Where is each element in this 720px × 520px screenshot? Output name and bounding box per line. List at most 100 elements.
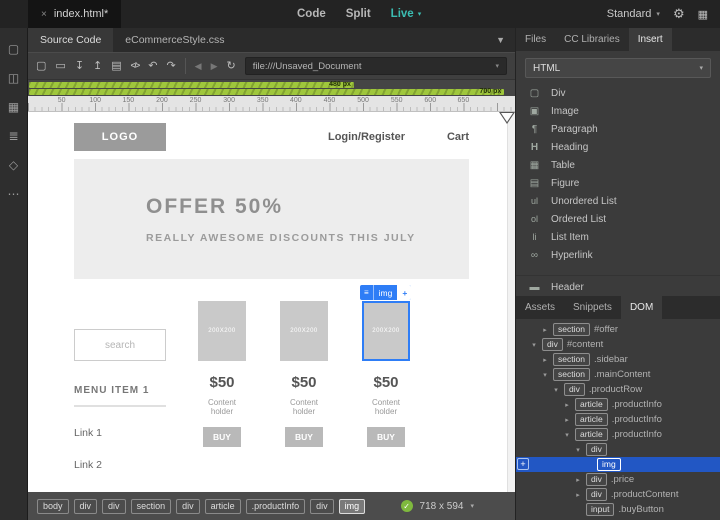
gear-icon[interactable]: ⚙ <box>673 6 685 22</box>
buy-button[interactable]: BUY <box>285 427 323 447</box>
dom-node-productinfo-2[interactable]: ▸ article .productInfo <box>516 412 720 427</box>
tab-insert[interactable]: Insert <box>628 28 672 51</box>
preview-login-link[interactable]: Login/Register <box>328 131 405 143</box>
tag-selector-img-selected[interactable]: img <box>338 498 366 514</box>
element-display[interactable]: ≡ img + <box>360 285 412 300</box>
insert-item-div[interactable]: ▢ Div <box>516 84 720 102</box>
collapse-icon[interactable]: ▸ <box>541 326 549 334</box>
product-image-placeholder[interactable]: 200X200 <box>280 301 328 361</box>
search-input[interactable]: search <box>74 329 166 361</box>
split-view-button[interactable]: Split <box>346 8 371 20</box>
document-tab[interactable]: × index.html* <box>28 0 122 28</box>
file-icon[interactable]: ▢ <box>8 42 19 57</box>
dom-node-price[interactable]: ▸ div .price <box>516 472 720 487</box>
preview-logo[interactable]: LOGO <box>74 123 166 151</box>
tab-snippets[interactable]: Snippets <box>564 296 621 319</box>
insert-item-table[interactable]: ▦ Table <box>516 156 720 174</box>
put-file-icon[interactable]: ↥ <box>93 60 102 72</box>
forward-icon[interactable]: ▶ <box>211 61 218 71</box>
insert-item-unordered-list[interactable]: ul Unordered List <box>516 192 720 210</box>
code-tools-icon[interactable]: </> <box>131 62 141 70</box>
dom-node-buybutton[interactable]: input .buyButton <box>516 502 720 517</box>
dom-node-sidebar[interactable]: ▸ section .sidebar <box>516 352 720 367</box>
preview-icon[interactable]: ▤ <box>111 60 121 72</box>
filter-icon[interactable]: ▼ <box>496 35 515 45</box>
insert-item-figure[interactable]: ▤ Figure <box>516 174 720 192</box>
list-view-icon[interactable]: ≣ <box>8 129 18 144</box>
collapse-icon[interactable]: ▾ <box>574 446 582 454</box>
preview-offer-section[interactable]: OFFER 50% REALLY AWESOME DISCOUNTS THIS … <box>74 159 469 279</box>
close-tab-icon[interactable]: × <box>41 9 47 20</box>
tag-icon[interactable]: ◇ <box>9 158 18 173</box>
get-file-icon[interactable]: ↧ <box>75 60 84 72</box>
open-file-icon[interactable]: ▭ <box>55 60 65 72</box>
insert-item-header[interactable]: ▬ Header <box>516 278 720 296</box>
collapse-icon[interactable]: ▸ <box>541 356 549 364</box>
preview-cart-link[interactable]: Cart <box>447 131 469 143</box>
dom-node-productcontent[interactable]: ▸ div .productContent <box>516 487 720 502</box>
devices-icon[interactable]: ▦ <box>8 100 19 115</box>
viewport-dimensions[interactable]: 718 x 594 <box>420 501 464 512</box>
back-icon[interactable]: ◀ <box>195 61 202 71</box>
product-card[interactable]: 200X200 $50 Content holder BUY <box>198 301 246 471</box>
more-options-icon[interactable]: ⋯ <box>8 187 20 202</box>
redo-icon[interactable]: ↷ <box>166 60 175 72</box>
media-query-480[interactable]: 480 px <box>29 81 354 88</box>
dropdown-caret-icon[interactable]: ▾ <box>699 64 703 72</box>
tab-cc-libraries[interactable]: CC Libraries <box>555 28 629 51</box>
dom-node-productinfo-1[interactable]: ▸ article .productInfo <box>516 397 720 412</box>
tag-selector-section[interactable]: section <box>130 498 172 514</box>
product-card-selected[interactable]: ≡ img + 200X200 $50 Content holder BUY <box>360 285 412 471</box>
layout-grid-icon[interactable]: ▦ <box>698 8 708 21</box>
address-caret-icon[interactable]: ▾ <box>495 62 499 70</box>
new-file-icon[interactable]: ▢ <box>36 60 46 72</box>
dom-node-productinfo-3[interactable]: ▾ article .productInfo <box>516 427 720 442</box>
tag-selector-div[interactable]: div <box>310 498 334 514</box>
media-query-scrubber-icon[interactable] <box>499 112 515 124</box>
dimensions-caret-icon[interactable]: ▾ <box>470 502 474 510</box>
buy-button[interactable]: BUY <box>203 427 241 447</box>
insert-item-heading[interactable]: H Heading <box>516 138 720 156</box>
horizontal-ruler[interactable]: 50 100 150 200 250 300 350 400 450 500 5… <box>28 96 515 112</box>
collapse-icon[interactable]: ▾ <box>530 341 538 349</box>
collapse-icon[interactable]: ▾ <box>563 431 571 439</box>
lint-ok-icon[interactable]: ✓ <box>400 500 413 512</box>
workspace-switcher[interactable]: Standard ▾ <box>607 8 660 20</box>
vertical-scrollbar[interactable] <box>507 112 515 492</box>
css-file-tab[interactable]: eCommerceStyle.css <box>113 28 236 52</box>
dom-node-maincontent[interactable]: ▾ section .mainContent <box>516 367 720 382</box>
tag-selector-productinfo[interactable]: .productInfo <box>245 498 306 514</box>
sidebar-link-2[interactable]: Link 2 <box>74 459 166 471</box>
collapse-icon[interactable]: ▸ <box>563 401 571 409</box>
dom-node-offer[interactable]: ▸ section #offer <box>516 322 720 337</box>
insert-item-image[interactable]: ▣ Image <box>516 102 720 120</box>
source-code-tab[interactable]: Source Code <box>28 28 114 52</box>
live-view-canvas[interactable]: LOGO Login/Register Cart OFFER 50% REALL… <box>28 112 515 492</box>
dom-node-productrow[interactable]: ▾ div .productRow <box>516 382 720 397</box>
element-add-icon[interactable]: + <box>397 285 412 300</box>
collapse-icon[interactable]: ▾ <box>552 386 560 394</box>
media-query-700[interactable]: 700 px <box>29 88 505 95</box>
address-bar[interactable]: file:///Unsaved_Document ▾ <box>244 57 507 75</box>
tab-files[interactable]: Files <box>516 28 555 51</box>
tab-dom[interactable]: DOM <box>620 296 663 319</box>
collapse-icon[interactable]: ▾ <box>541 371 549 379</box>
live-view-caret-icon[interactable]: ▾ <box>418 10 422 18</box>
insert-category-dropdown[interactable]: HTML ▾ <box>525 58 711 78</box>
dom-node-div[interactable]: ▾ div <box>516 442 720 457</box>
undo-icon[interactable]: ↶ <box>148 60 157 72</box>
tab-assets[interactable]: Assets <box>516 296 564 319</box>
collapse-icon[interactable]: ▸ <box>563 416 571 424</box>
product-image-placeholder-selected[interactable]: 200X200 <box>362 301 410 361</box>
workspace-caret-icon[interactable]: ▾ <box>656 10 660 18</box>
collapse-icon[interactable]: ▸ <box>574 476 582 484</box>
sidebar-link-1[interactable]: Link 1 <box>74 427 166 439</box>
refresh-icon[interactable]: ↻ <box>227 60 236 72</box>
live-view-button[interactable]: Live ▾ <box>391 8 422 20</box>
insert-item-hyperlink[interactable]: ∞ Hyperlink <box>516 246 720 264</box>
buy-button[interactable]: BUY <box>367 427 405 447</box>
insert-item-list-item[interactable]: li List Item <box>516 228 720 246</box>
tag-selector-body[interactable]: body <box>37 498 69 514</box>
add-element-icon[interactable]: + <box>517 458 529 470</box>
product-image-placeholder[interactable]: 200X200 <box>198 301 246 361</box>
